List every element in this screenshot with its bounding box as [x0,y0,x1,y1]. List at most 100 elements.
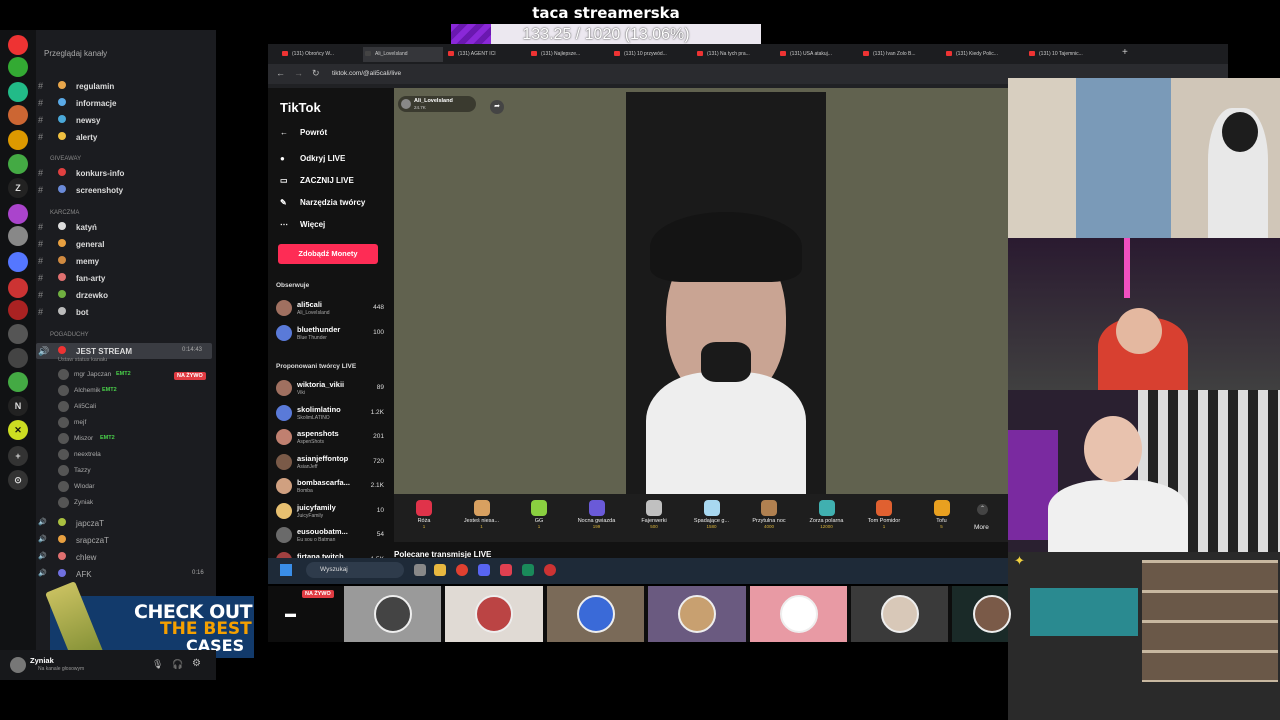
more-gifts-button[interactable]: More [974,524,989,531]
server-icon[interactable] [8,226,28,246]
streamer-video[interactable] [626,92,826,494]
browser-tab[interactable]: Ali_LoveIsland [363,47,443,62]
server-icon[interactable] [8,35,28,55]
stream-tile[interactable] [547,586,644,642]
browser-tab[interactable]: (131) Obrońcy W... [280,47,360,62]
obs-icon[interactable] [544,564,556,576]
voice-channel[interactable]: 🔊 japczaT [36,515,212,531]
headphones-icon[interactable]: 🎧 [172,659,183,670]
voice-channel[interactable]: 🔊 srapczaT [36,532,212,548]
channel-channels[interactable]: # regulamin [36,78,212,94]
gift-item[interactable]: Tom Pomidor 1 [856,494,912,542]
server-icon[interactable] [8,348,28,368]
channel-karczma[interactable]: # katyń [36,219,212,235]
server-icon[interactable] [8,372,28,392]
voice-user[interactable]: Alchemik EMT2 [58,383,218,399]
account-item[interactable]: juicyfamily JuicyFamily 10 [276,501,384,523]
channel-channels[interactable]: # newsy [36,112,212,128]
account-item[interactable]: ali5cali Ali_LoveIsland 448 [276,298,384,320]
app-icon[interactable] [522,564,534,576]
discord-icon[interactable] [478,564,490,576]
back-icon[interactable]: ← [276,68,285,78]
gear-icon[interactable]: ⚙ [192,658,201,669]
stream-tile[interactable] [952,586,1011,642]
gift-item[interactable]: Tofu 5 [914,494,970,542]
voice-user[interactable]: neextrela [58,447,218,463]
channel-status[interactable]: Ustaw status kanału [58,357,107,363]
user-avatar[interactable] [10,657,26,673]
browser-tab[interactable]: (131) Kiedy Polic... [944,47,1024,62]
channel-karczma[interactable]: # memy [36,253,212,269]
browser-tab[interactable]: (131) Ivan Zolo B... [861,47,941,62]
forward-icon[interactable]: → [294,68,303,78]
account-item[interactable]: wiktoria_vikii Viki 89 [276,378,384,400]
voice-user[interactable]: Tazzy [58,463,218,479]
tiktok-nav-item[interactable]: ▭ ZACZNIJ LIVE [280,176,354,186]
stream-tile[interactable] [648,586,746,642]
category-pogaduchy[interactable]: POGADUCHY [50,332,89,338]
category-karczma[interactable]: KARCZMA [50,210,79,216]
account-item[interactable]: bombascarfa... Bomba 2.1K [276,476,384,498]
stream-tile[interactable] [344,586,441,642]
browser-tab[interactable]: (131) AGENT ICI [446,47,526,62]
explore-icon[interactable]: ⊙ [8,470,28,490]
server-icon[interactable]: N [8,396,28,416]
gift-item[interactable]: Nocna gwiazda 199 [569,494,625,542]
get-coins-button[interactable]: Zdobądź Monety [278,244,378,264]
file-explorer-icon[interactable] [434,564,446,576]
server-icon[interactable] [8,57,28,77]
new-tab-button[interactable]: + [1122,47,1128,58]
gift-item[interactable]: Przytulna noc 4000 [741,494,797,542]
browser-tab[interactable]: (131) 10 Tajemnic... [1027,47,1107,62]
stream-tile[interactable] [750,586,847,642]
server-icon[interactable] [8,204,28,224]
browser-tab[interactable]: (131) Najlepsze... [529,47,609,62]
task-view-icon[interactable] [414,564,426,576]
chrome-icon[interactable] [456,564,468,576]
account-item[interactable]: aspenshots AspenShots 201 [276,427,384,449]
gift-item[interactable]: GG 1 [511,494,567,542]
voice-user[interactable]: mejf [58,415,218,431]
tiktok-logo[interactable]: TikTok [280,100,321,115]
share-icon[interactable]: ➦ [490,100,504,114]
voice-user[interactable]: Wlodar [58,479,218,495]
tiktok-nav-item[interactable]: ● Odkryj LIVE [280,154,345,164]
account-item[interactable]: bluethunder Blue Thunder 100 [276,323,384,345]
gift-item[interactable]: Fajerwerki 500 [626,494,682,542]
channel-karczma[interactable]: # general [36,236,212,252]
server-icon[interactable]: Z [8,178,28,198]
reload-icon[interactable]: ↻ [312,68,320,79]
gift-item[interactable]: Zorza polarna 12000 [799,494,855,542]
stream-tile[interactable] [445,586,543,642]
tiktok-nav-item[interactable]: ✎ Narzędzia twórcy [280,198,365,208]
account-item[interactable]: eusouobatm... Eu sou o Batman 54 [276,525,384,547]
channel-karczma[interactable]: # drzewko [36,287,212,303]
gift-item[interactable]: Róża 1 [396,494,452,542]
channel-channels[interactable]: # informacje [36,95,212,111]
address-bar[interactable]: tiktok.com/@ali5cali/live [332,70,401,77]
tiktok-nav-item[interactable]: ⋯ Więcej [280,220,325,230]
voice-channel[interactable]: 🔊 AFK 0:16 [36,566,212,582]
channel-channels[interactable]: # alerty [36,129,212,145]
server-icon[interactable] [8,278,28,298]
channel-giveaway[interactable]: # screenshoty [36,182,212,198]
channel-giveaway[interactable]: # konkurs-info [36,165,212,181]
mic-icon[interactable]: 🎙 [152,659,163,670]
channel-karczma[interactable]: # bot [36,304,212,320]
server-icon[interactable] [8,130,28,150]
app-icon[interactable] [500,564,512,576]
gift-item[interactable]: Jesteś niesa... 1 [454,494,510,542]
server-icon[interactable] [8,252,28,272]
server-icon[interactable] [8,154,28,174]
voice-user[interactable]: Zyniak [58,495,218,511]
browser-tab[interactable]: (131) USA atakuj... [778,47,858,62]
browser-tab[interactable]: (131) 10 przywód... [612,47,692,62]
browse-channels[interactable]: Przeglądaj kanały [44,49,107,58]
server-icon[interactable] [8,324,28,344]
browser-tab[interactable]: (131) Na tych pra... [695,47,775,62]
windows-start-icon[interactable] [280,564,292,576]
taskbar-search[interactable]: Wyszukaj [306,562,404,578]
voice-user[interactable]: Ali5Cali [58,399,218,415]
account-item[interactable]: skolimlatino SkolimLATINO 1.2K [276,403,384,425]
stream-tile[interactable] [851,586,948,642]
